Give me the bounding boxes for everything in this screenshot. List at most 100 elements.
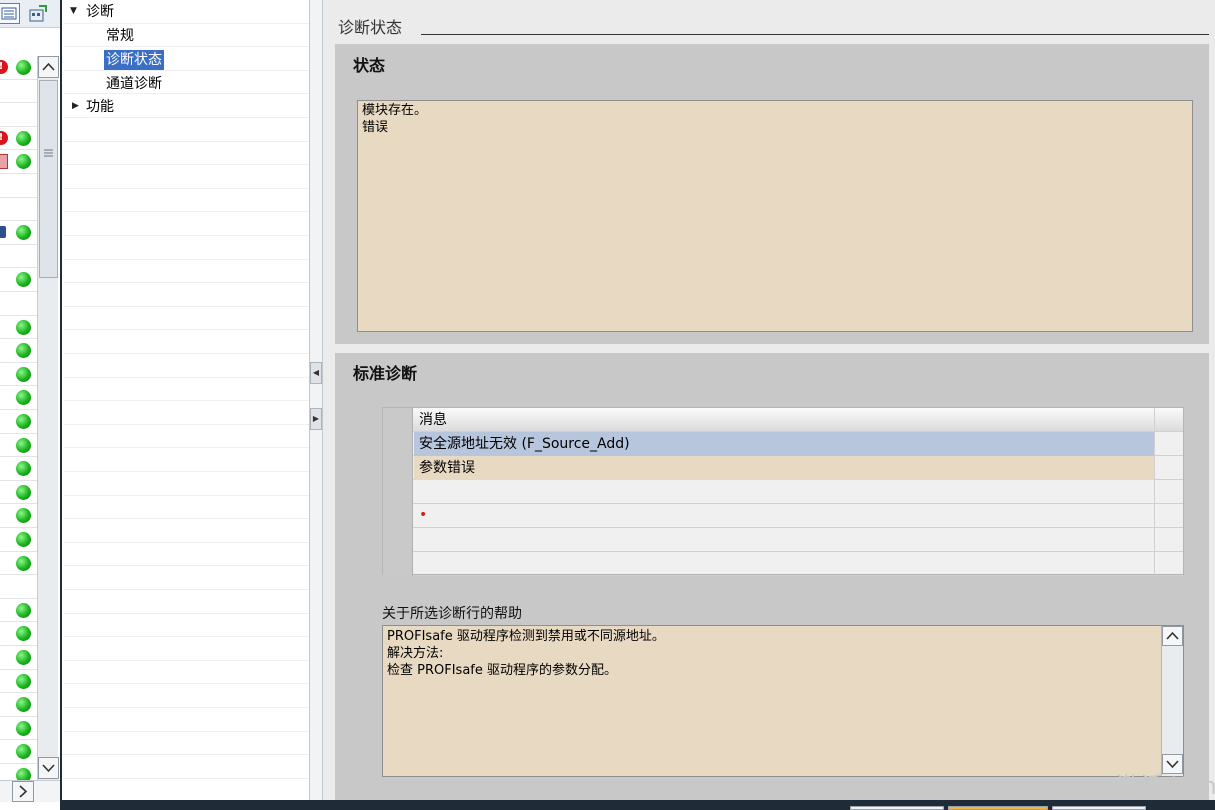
table-row[interactable]: • — [383, 504, 1183, 528]
network-view-icon — [29, 5, 47, 22]
diagnostics-table: 消息 安全源地址无效 (F_Source_Add) 参数错误 • — [382, 407, 1184, 576]
table-cell-message[interactable] — [414, 480, 1154, 504]
standard-diagnostics-panel: 标准诊断 消息 安全源地址无效 (F_Source_Add) 参数错误 • 关于… — [335, 353, 1209, 800]
table-cell-message[interactable]: 安全源地址无效 (F_Source_Add) — [414, 432, 1154, 456]
status-row[interactable] — [0, 174, 37, 198]
status-row[interactable] — [0, 363, 37, 387]
status-row[interactable] — [0, 599, 37, 623]
status-row[interactable] — [0, 410, 37, 434]
table-cell-message[interactable]: 参数错误 — [414, 456, 1154, 480]
list-view-icon — [1, 7, 17, 20]
nav-item-general[interactable]: 常规 — [106, 26, 134, 46]
status-ok-icon — [16, 744, 31, 760]
status-row[interactable] — [0, 528, 37, 552]
status-row[interactable] — [0, 740, 37, 764]
table-cell-message[interactable] — [414, 504, 1154, 528]
fault-module-icon — [0, 154, 8, 170]
status-row[interactable] — [0, 198, 37, 222]
status-row[interactable] — [0, 552, 37, 576]
table-row[interactable]: 参数错误 — [383, 456, 1183, 480]
status-row[interactable] — [0, 457, 37, 481]
scroll-thumb[interactable] — [39, 80, 58, 278]
nav-grid-row — [64, 260, 309, 284]
status-ok-icon — [16, 272, 31, 288]
collapsed-triangle-icon[interactable]: ▶ — [72, 101, 79, 111]
pane-splitter[interactable]: ◀ ▶ — [309, 0, 323, 800]
scroll-down-arrow[interactable] — [38, 757, 59, 779]
status-row[interactable] — [0, 245, 37, 269]
status-row[interactable]: ! — [0, 56, 37, 80]
row-header[interactable] — [383, 528, 413, 552]
row-tail — [1154, 504, 1183, 528]
status-row[interactable] — [0, 386, 37, 410]
status-row[interactable] — [0, 481, 37, 505]
status-row[interactable] — [0, 292, 37, 316]
status-row[interactable] — [0, 434, 37, 458]
row-header[interactable] — [383, 480, 413, 504]
status-row[interactable] — [0, 670, 37, 694]
chevron-up-icon — [42, 62, 55, 71]
collapse-left-icon[interactable]: ◀ — [310, 362, 322, 384]
strip-scrollbar[interactable] — [37, 56, 59, 800]
status-row[interactable] — [0, 316, 37, 340]
row-header-corner — [383, 408, 413, 432]
table-cell-message[interactable] — [414, 528, 1154, 552]
row-header[interactable] — [383, 432, 413, 456]
status-line: 错误 — [362, 120, 389, 135]
status-row[interactable] — [0, 339, 37, 363]
status-ok-icon — [16, 532, 31, 547]
expanded-triangle-icon[interactable]: ▼ — [70, 6, 77, 16]
status-row[interactable] — [0, 103, 37, 127]
help-line: 检查 PROFIsafe 驱动程序的参数分配。 — [387, 663, 617, 678]
status-row[interactable] — [0, 693, 37, 717]
nav-item-diagnostic-status[interactable]: 诊断状态 — [104, 50, 164, 70]
nav-grid-row — [64, 142, 309, 166]
expand-right-icon[interactable]: ▶ — [310, 408, 322, 430]
error-icon: ! — [0, 130, 8, 145]
bottom-button-active[interactable] — [948, 806, 1048, 810]
status-row[interactable] — [0, 575, 37, 599]
status-ok-icon — [16, 437, 31, 453]
property-navigation-tree: ▼ 诊断 常规 诊断状态 通道诊断 ▶ 功能 — [64, 0, 309, 803]
nav-item-channel-diagnostics[interactable]: 通道诊断 — [106, 74, 162, 94]
nav-grid-row — [64, 283, 309, 307]
nav-grid-row — [64, 71, 309, 95]
status-row[interactable] — [0, 80, 37, 104]
nav-grid-row — [64, 354, 309, 378]
list-view-button[interactable] — [0, 3, 20, 24]
horizontal-scrollbar[interactable] — [0, 780, 60, 802]
status-row[interactable]: ! — [0, 127, 37, 151]
help-scrollbar[interactable] — [1161, 626, 1183, 776]
table-row[interactable] — [383, 528, 1183, 552]
nav-grid-row — [64, 448, 309, 472]
table-cell-message[interactable] — [414, 552, 1154, 576]
row-header[interactable] — [383, 456, 413, 480]
row-header[interactable] — [383, 552, 413, 576]
nav-grid-row — [64, 543, 309, 567]
table-row[interactable]: 安全源地址无效 (F_Source_Add) — [383, 432, 1183, 456]
status-row[interactable] — [0, 717, 37, 741]
table-row[interactable] — [383, 552, 1183, 576]
nav-grid-row — [64, 425, 309, 449]
network-view-button[interactable] — [26, 3, 48, 24]
nav-grid-row — [64, 378, 309, 402]
bottom-button[interactable] — [1052, 806, 1146, 810]
table-row[interactable] — [383, 480, 1183, 504]
help-scroll-up-arrow[interactable] — [1162, 626, 1183, 646]
row-header[interactable] — [383, 504, 413, 528]
scroll-right-arrow[interactable] — [12, 781, 34, 802]
status-row[interactable] — [0, 150, 37, 174]
scroll-up-arrow[interactable] — [38, 56, 59, 78]
column-header-message[interactable]: 消息 — [414, 408, 1154, 432]
nav-item-functions[interactable]: 功能 — [86, 97, 114, 117]
help-text-box[interactable]: PROFIsafe 驱动程序检测到禁用或不同源地址。 解决方法: 检查 PROF… — [382, 625, 1184, 777]
nav-grid-row — [64, 496, 309, 520]
status-row[interactable] — [0, 268, 37, 292]
status-row[interactable] — [0, 622, 37, 646]
status-row[interactable] — [0, 504, 37, 528]
nav-item-diagnostics[interactable]: 诊断 — [86, 2, 114, 22]
status-row[interactable] — [0, 221, 37, 245]
bottom-button[interactable] — [850, 806, 944, 810]
status-ok-icon — [16, 154, 31, 170]
status-row[interactable] — [0, 646, 37, 670]
